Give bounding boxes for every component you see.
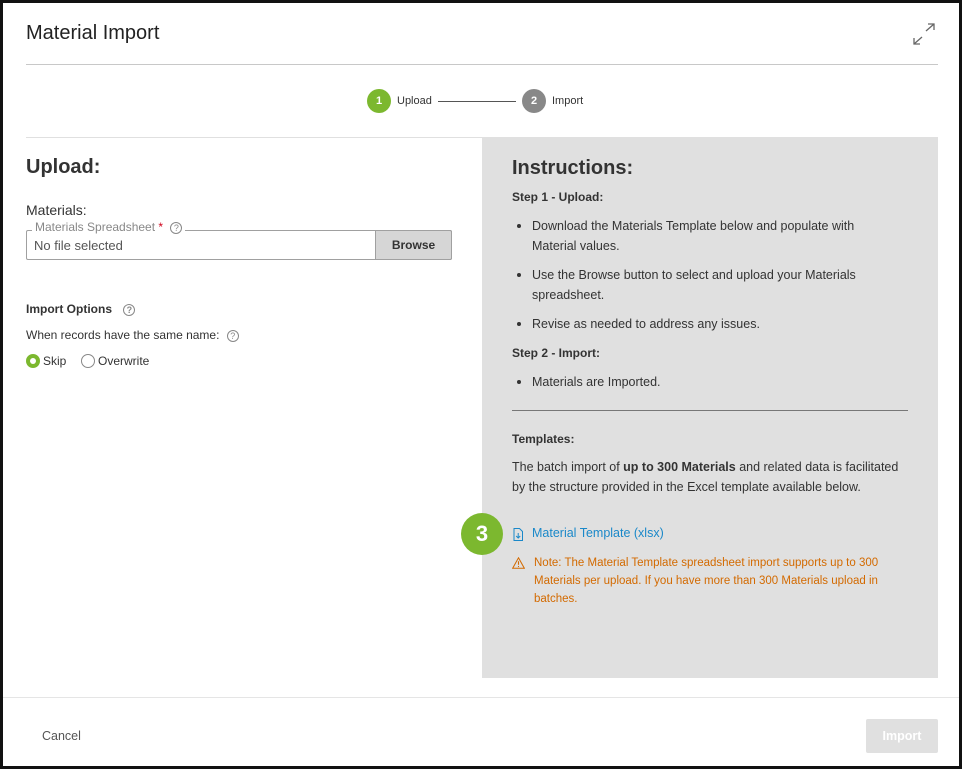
instructions-panel: Instructions: Step 1 - Upload: Download …: [482, 137, 938, 678]
import-options-label: Import Options: [26, 302, 112, 316]
file-download-icon: [513, 528, 523, 541]
import-options-heading: Import Options ?: [26, 302, 136, 316]
step-callout-badge: 3: [461, 513, 503, 555]
templates-description: The batch import of up to 300 Materials …: [512, 457, 912, 497]
help-icon[interactable]: ?: [170, 221, 183, 234]
overwrite-radio[interactable]: [81, 354, 95, 368]
file-input-value: No file selected: [34, 238, 123, 253]
step-1-heading: Step 1 - Upload:: [512, 190, 604, 204]
import-button[interactable]: Import: [866, 719, 938, 753]
list-item: Download the Materials Template below an…: [512, 216, 888, 256]
expand-icon[interactable]: [912, 23, 936, 45]
panel-divider: [512, 410, 908, 411]
templates-text-before: The batch import of: [512, 460, 624, 474]
upload-heading: Upload:: [26, 156, 101, 178]
step-1-list: Download the Materials Template below an…: [512, 216, 888, 343]
help-icon[interactable]: ?: [123, 303, 136, 316]
templates-text-bold: up to 300 Materials: [623, 460, 736, 474]
step-1-label: Upload: [397, 95, 432, 107]
same-name-label: When records have the same name: ?: [26, 328, 239, 342]
materials-file-input[interactable]: No file selected Browse: [26, 230, 452, 260]
materials-label: Materials:: [26, 202, 87, 218]
list-item: Use the Browse button to select and uplo…: [512, 265, 888, 305]
step-2-list: Materials are Imported.: [512, 372, 888, 401]
step-1-circle: 1: [367, 89, 391, 113]
dialog-title: Material Import: [26, 22, 160, 44]
stepper-connector: [438, 101, 516, 102]
import-limit-note: Note: The Material Template spreadsheet …: [534, 557, 879, 605]
material-template-link[interactable]: Material Template (xlsx): [532, 526, 664, 540]
templates-heading: Templates:: [512, 432, 575, 446]
instructions-heading: Instructions:: [512, 157, 634, 179]
overwrite-radio-label[interactable]: Overwrite: [98, 354, 149, 368]
skip-radio-label[interactable]: Skip: [43, 354, 66, 368]
cancel-button[interactable]: Cancel: [42, 729, 81, 743]
step-2-label: Import: [552, 95, 584, 107]
warning-icon: [512, 557, 525, 569]
browse-button[interactable]: Browse: [375, 230, 452, 260]
list-item: Revise as needed to address any issues.: [512, 314, 888, 334]
list-item: Materials are Imported.: [512, 372, 888, 392]
same-name-text: When records have the same name:: [26, 328, 220, 342]
skip-radio[interactable]: [26, 354, 40, 368]
field-label-text: Materials Spreadsheet: [35, 220, 156, 234]
materials-spreadsheet-label: Materials Spreadsheet * ?: [32, 220, 186, 234]
title-divider: [26, 64, 938, 65]
help-icon[interactable]: ?: [226, 329, 239, 342]
step-2-heading: Step 2 - Import:: [512, 346, 601, 360]
footer-divider: [3, 697, 959, 698]
stepper-divider: [26, 137, 482, 138]
required-mark: *: [158, 220, 164, 234]
step-2-circle: 2: [522, 89, 546, 113]
